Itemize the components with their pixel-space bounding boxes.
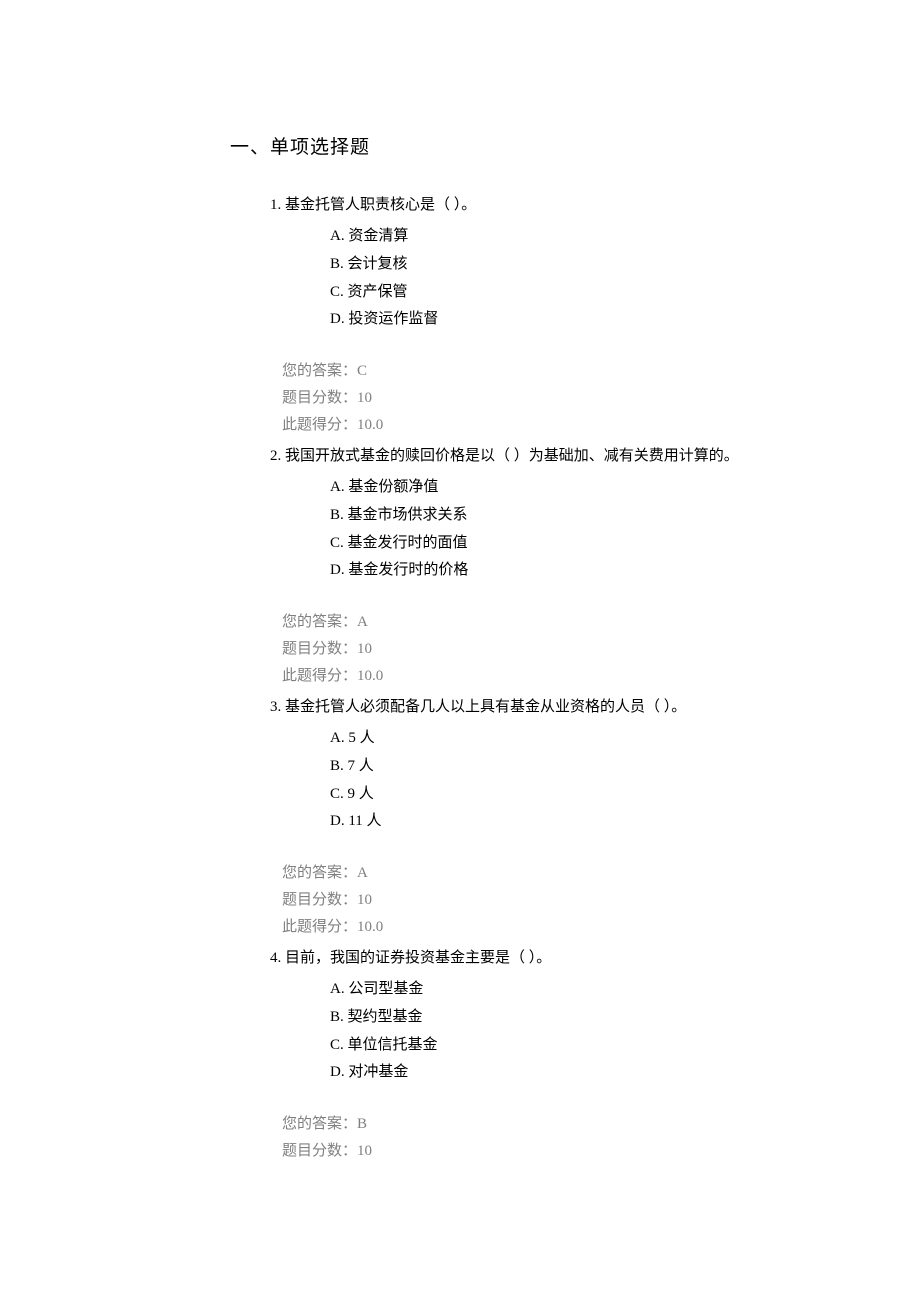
option-text: 资产保管 xyxy=(348,284,408,300)
option-item: A. 5 人 xyxy=(330,725,860,753)
options-list: A. 资金清算 B. 会计复核 C. 资产保管 D. 投资运作监督 xyxy=(330,223,860,334)
option-label: D. xyxy=(330,311,345,327)
question-text: 4. 目前，我国的证券投资基金主要是（ ）。 xyxy=(270,945,750,972)
option-item: A. 公司型基金 xyxy=(330,976,860,1004)
answer-block: 您的答案：A 题目分数：10 此题得分：10.0 xyxy=(282,860,860,941)
option-text: 11 人 xyxy=(348,813,381,829)
option-label: A. xyxy=(330,981,345,997)
option-text: 9 人 xyxy=(348,786,374,802)
options-list: A. 公司型基金 B. 契约型基金 C. 单位信托基金 D. 对冲基金 xyxy=(330,976,860,1087)
your-answer: 您的答案：A xyxy=(282,609,860,636)
option-label: B. xyxy=(330,507,344,523)
option-label: D. xyxy=(330,1064,345,1080)
option-item: A. 基金份额净值 xyxy=(330,474,860,502)
question-number: 3. xyxy=(270,699,281,715)
question-points: 题目分数：10 xyxy=(282,887,860,914)
question-text: 3. 基金托管人必须配备几人以上具有基金从业资格的人员（ ）。 xyxy=(270,694,750,721)
option-text: 单位信托基金 xyxy=(348,1037,438,1053)
score-earned: 此题得分：10.0 xyxy=(282,663,860,690)
option-label: B. xyxy=(330,1009,344,1025)
question-stem: 目前，我国的证券投资基金主要是（ ）。 xyxy=(285,950,551,966)
option-label: C. xyxy=(330,786,344,802)
option-item: C. 资产保管 xyxy=(330,279,860,307)
option-text: 基金发行时的价格 xyxy=(348,562,468,578)
option-item: B. 基金市场供求关系 xyxy=(330,502,860,530)
question-points: 题目分数：10 xyxy=(282,385,860,412)
option-label: A. xyxy=(330,479,345,495)
option-label: C. xyxy=(330,535,344,551)
option-label: A. xyxy=(330,228,345,244)
option-text: 资金清算 xyxy=(348,228,408,244)
question-number: 1. xyxy=(270,197,281,213)
question-number: 4. xyxy=(270,950,281,966)
option-item: B. 契约型基金 xyxy=(330,1004,860,1032)
option-item: C. 单位信托基金 xyxy=(330,1032,860,1060)
answer-block: 您的答案：A 题目分数：10 此题得分：10.0 xyxy=(282,609,860,690)
option-text: 基金市场供求关系 xyxy=(348,507,468,523)
option-item: D. 基金发行时的价格 xyxy=(330,557,860,585)
document-page: 一、单项选择题 1. 基金托管人职责核心是（ ）。 A. 资金清算 B. 会计复… xyxy=(0,0,920,1229)
option-label: D. xyxy=(330,813,345,829)
question-points: 题目分数：10 xyxy=(282,636,860,663)
option-text: 公司型基金 xyxy=(348,981,423,997)
option-label: C. xyxy=(330,284,344,300)
section-title: 一、单项选择题 xyxy=(230,130,860,166)
your-answer: 您的答案：A xyxy=(282,860,860,887)
options-list: A. 5 人 B. 7 人 C. 9 人 D. 11 人 xyxy=(330,725,860,836)
your-answer: 您的答案：B xyxy=(282,1111,860,1138)
option-item: D. 11 人 xyxy=(330,808,860,836)
option-text: 7 人 xyxy=(348,758,374,774)
option-label: C. xyxy=(330,1037,344,1053)
option-label: B. xyxy=(330,256,344,272)
option-text: 投资运作监督 xyxy=(348,311,438,327)
question-points: 题目分数：10 xyxy=(282,1138,860,1165)
option-item: D. 对冲基金 xyxy=(330,1059,860,1087)
question-stem: 我国开放式基金的赎回价格是以（ ）为基础加、减有关费用计算的。 xyxy=(285,448,739,464)
your-answer: 您的答案：C xyxy=(282,358,860,385)
answer-block: 您的答案：B 题目分数：10 xyxy=(282,1111,860,1165)
options-list: A. 基金份额净值 B. 基金市场供求关系 C. 基金发行时的面值 D. 基金发… xyxy=(330,474,860,585)
answer-block: 您的答案：C 题目分数：10 此题得分：10.0 xyxy=(282,358,860,439)
question-number: 2. xyxy=(270,448,281,464)
option-item: B. 会计复核 xyxy=(330,251,860,279)
question-text: 2. 我国开放式基金的赎回价格是以（ ）为基础加、减有关费用计算的。 xyxy=(270,443,750,470)
option-item: B. 7 人 xyxy=(330,753,860,781)
option-text: 基金份额净值 xyxy=(348,479,438,495)
option-text: 基金发行时的面值 xyxy=(348,535,468,551)
option-label: D. xyxy=(330,562,345,578)
option-text: 会计复核 xyxy=(348,256,408,272)
score-earned: 此题得分：10.0 xyxy=(282,914,860,941)
option-item: C. 基金发行时的面值 xyxy=(330,530,860,558)
score-earned: 此题得分：10.0 xyxy=(282,412,860,439)
option-item: D. 投资运作监督 xyxy=(330,306,860,334)
option-item: A. 资金清算 xyxy=(330,223,860,251)
option-item: C. 9 人 xyxy=(330,781,860,809)
option-text: 5 人 xyxy=(348,730,374,746)
option-label: A. xyxy=(330,730,345,746)
question-stem: 基金托管人必须配备几人以上具有基金从业资格的人员（ ）。 xyxy=(285,699,686,715)
option-text: 对冲基金 xyxy=(348,1064,408,1080)
option-text: 契约型基金 xyxy=(348,1009,423,1025)
question-text: 1. 基金托管人职责核心是（ ）。 xyxy=(270,192,750,219)
option-label: B. xyxy=(330,758,344,774)
question-stem: 基金托管人职责核心是（ ）。 xyxy=(285,197,476,213)
